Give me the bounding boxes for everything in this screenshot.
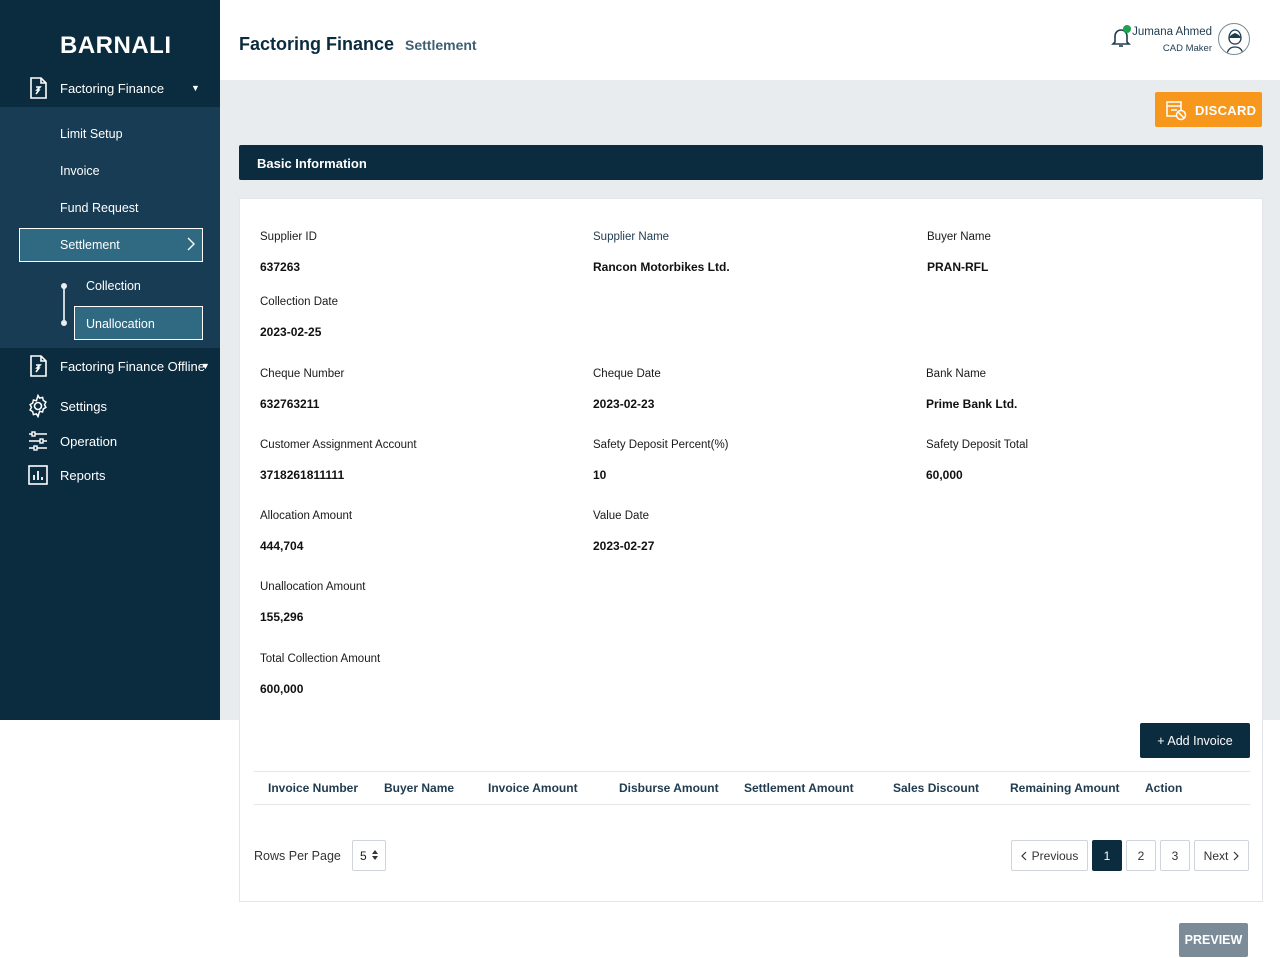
discard-icon — [1165, 99, 1187, 121]
invoice-table-header: Invoice Number Buyer Name Invoice Amount… — [254, 771, 1250, 805]
sidebar-subitem-invoice[interactable]: Invoice — [60, 164, 100, 178]
sidebar-subitem-limit-setup[interactable]: Limit Setup — [60, 127, 123, 141]
discard-label: DISCARD — [1195, 103, 1257, 118]
value-date-label: Value Date — [593, 510, 650, 522]
bank-name-label: Bank Name — [926, 368, 987, 380]
cheque-date-value: 2023-02-23 — [593, 397, 655, 411]
cheque-number-value: 632763211 — [260, 397, 320, 411]
next-label: Next — [1203, 848, 1229, 863]
discard-button[interactable]: DISCARD — [1155, 92, 1262, 127]
avatar[interactable] — [1218, 23, 1250, 55]
allocation-amount-value: 444,704 — [260, 539, 304, 553]
value-date-value: 2023-02-27 — [593, 539, 655, 553]
column-header[interactable]: Disburse Amount — [619, 781, 719, 795]
page-subtitle: Settlement — [405, 37, 477, 53]
chevron-left-icon — [1020, 851, 1027, 861]
sidebar-item-label: Factoring Finance Offline — [60, 358, 205, 374]
sidebar-item-reports[interactable]: Reports — [0, 457, 220, 493]
collection-date-value: 2023-02-25 — [260, 325, 322, 339]
bar-chart-icon — [26, 463, 50, 487]
total-collection-amount-value: 600,000 — [260, 682, 304, 696]
sidebar: BARNALI Factoring Finance ▼ Limit Setup … — [0, 0, 220, 720]
unallocation-amount-label: Unallocation Amount — [260, 581, 366, 593]
sidebar-item-settings[interactable]: Settings — [0, 388, 220, 424]
cheque-date-label: Cheque Date — [593, 368, 661, 380]
sidebar-item-factoring-finance-offline[interactable]: Factoring Finance Offline ▼ — [0, 348, 220, 384]
gear-icon — [26, 393, 50, 419]
rows-per-page-label: Rows Per Page — [254, 849, 341, 863]
sidebar-subitem-fund-request[interactable]: Fund Request — [60, 201, 139, 215]
sidebar-subitem-settlement[interactable]: Settlement — [19, 228, 203, 262]
buyer-name-value: PRAN-RFL — [927, 260, 989, 274]
page-button-2[interactable]: 2 — [1126, 840, 1156, 871]
caret-down-icon: ▼ — [191, 83, 200, 93]
total-collection-amount-label: Total Collection Amount — [260, 653, 381, 665]
next-page-button[interactable]: Next — [1194, 840, 1249, 871]
supplier-name-value: Rancon Motorbikes Ltd. — [593, 260, 730, 274]
tree-node-dot — [61, 320, 67, 326]
tree-connector — [63, 286, 65, 324]
column-header[interactable]: Sales Discount — [893, 781, 979, 795]
column-header[interactable]: Buyer Name — [384, 781, 454, 795]
column-header[interactable]: Action — [1145, 781, 1182, 795]
basic-information-header: Basic Information — [239, 145, 1263, 180]
previous-page-button[interactable]: Previous — [1011, 840, 1088, 871]
column-header[interactable]: Remaining Amount — [1010, 781, 1120, 795]
customer-assignment-account-label: Customer Assignment Account — [260, 439, 417, 451]
bank-name-value: Prime Bank Ltd. — [926, 397, 1018, 411]
sidebar-item-label: Factoring Finance — [60, 80, 165, 96]
notification-dot — [1123, 25, 1131, 33]
column-header[interactable]: Invoice Amount — [488, 781, 578, 795]
sidebar-subitem-label: Settlement — [60, 238, 120, 252]
sidebar-item-factoring-finance[interactable]: Factoring Finance ▼ — [0, 70, 220, 106]
sidebar-item-label: Operation — [60, 433, 118, 449]
preview-button[interactable]: PREVIEW — [1179, 923, 1248, 957]
allocation-amount-label: Allocation Amount — [260, 510, 353, 522]
top-header: Factoring Finance Settlement Jumana Ahme… — [220, 0, 1280, 80]
sidebar-subitem-collection[interactable]: Collection — [86, 279, 141, 293]
sidebar-subitem-unallocation[interactable]: Unallocation — [74, 306, 203, 340]
page-button-1[interactable]: 1 — [1092, 840, 1122, 871]
column-header[interactable]: Invoice Number — [268, 781, 358, 795]
collection-date-label: Collection Date — [260, 296, 338, 308]
add-invoice-button[interactable]: + Add Invoice — [1140, 723, 1250, 758]
safety-deposit-percent-value: 10 — [593, 468, 607, 482]
previous-label: Previous — [1031, 848, 1079, 863]
page-button-3[interactable]: 3 — [1160, 840, 1190, 871]
supplier-id-value: 637263 — [260, 260, 301, 274]
app-root: BARNALI Factoring Finance ▼ Limit Setup … — [0, 0, 1280, 958]
cheque-number-label: Cheque Number — [260, 368, 345, 380]
rows-per-page-select[interactable]: 5 — [352, 840, 386, 871]
customer-assignment-account-value: 3718261811111 — [260, 468, 345, 482]
safety-deposit-percent-label: Safety Deposit Percent(%) — [593, 439, 729, 451]
sidebar-item-operation[interactable]: Operation — [0, 423, 220, 459]
sidebar-item-label: Settings — [60, 398, 107, 414]
document-icon — [26, 76, 50, 100]
user-name: Jumana Ahmed — [1132, 26, 1212, 38]
page-title: Factoring Finance — [239, 34, 395, 54]
document-icon — [26, 354, 50, 378]
sort-arrows-icon — [371, 848, 379, 862]
safety-deposit-total-value: 60,000 — [926, 468, 963, 482]
unallocation-amount-value: 155,296 — [260, 610, 304, 624]
rows-per-page-value: 5 — [360, 849, 367, 863]
supplier-id-label: Supplier ID — [260, 231, 317, 243]
column-header[interactable]: Settlement Amount — [744, 781, 854, 795]
caret-down-icon: ▼ — [201, 361, 210, 371]
sliders-icon — [26, 429, 50, 453]
user-role: CAD Maker — [1162, 43, 1212, 54]
chevron-right-icon — [186, 237, 196, 251]
buyer-name-label: Buyer Name — [927, 231, 991, 243]
chevron-right-icon — [1233, 851, 1240, 861]
sidebar-subitem-label: Unallocation — [86, 317, 155, 331]
safety-deposit-total-label: Safety Deposit Total — [926, 439, 1029, 451]
tree-node-dot — [61, 283, 67, 289]
brand-logo: BARNALI — [60, 32, 172, 59]
supplier-name-label: Supplier Name — [593, 231, 670, 243]
section-title: Basic Information — [257, 156, 367, 171]
sidebar-item-label: Reports — [60, 467, 106, 483]
